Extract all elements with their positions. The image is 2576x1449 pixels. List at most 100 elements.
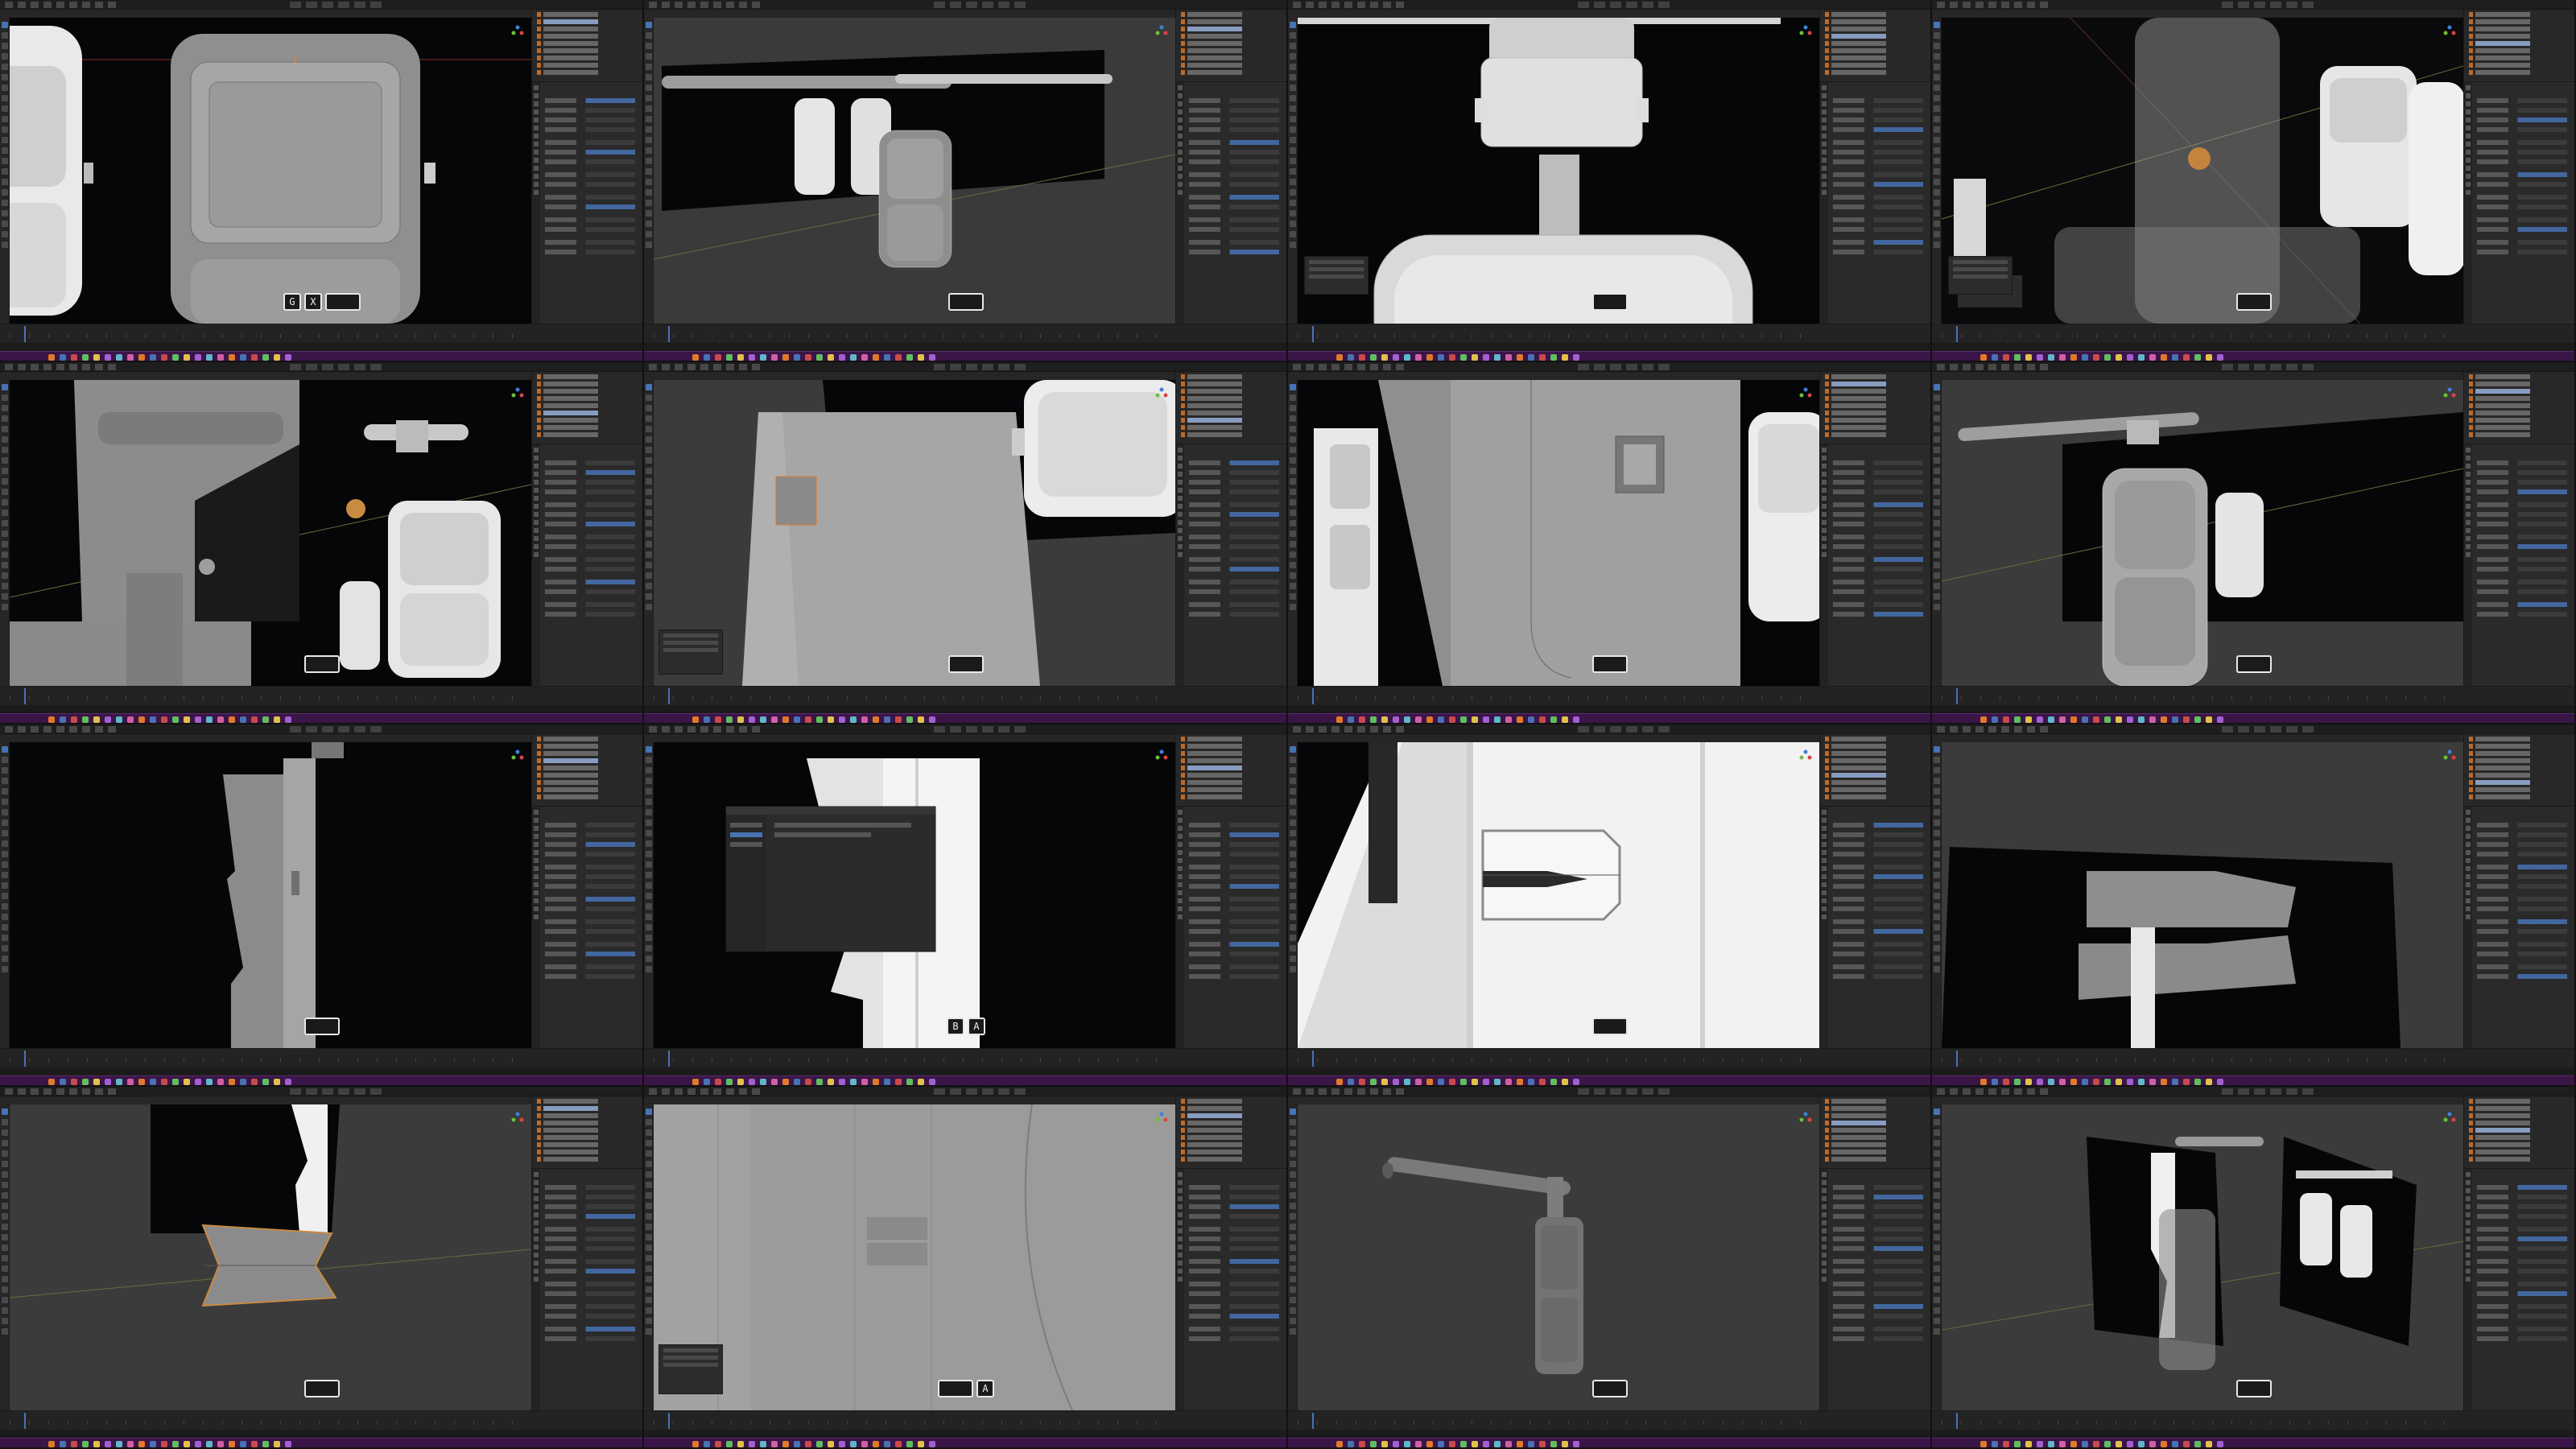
taskbar-app-icon[interactable] xyxy=(2116,354,2122,361)
taskbar-app-icon[interactable] xyxy=(737,354,744,361)
property-field[interactable] xyxy=(2477,1259,2567,1264)
navigation-gizmo-icon[interactable] xyxy=(1798,386,1813,401)
taskbar-app-icon[interactable] xyxy=(2217,716,2223,723)
property-field[interactable] xyxy=(2477,602,2567,607)
outliner-item[interactable] xyxy=(1825,773,1927,778)
taskbar-app-icon[interactable] xyxy=(2003,354,2009,361)
outliner-item[interactable] xyxy=(537,34,639,39)
tool-icon[interactable] xyxy=(646,179,652,185)
property-field[interactable] xyxy=(1833,127,1923,132)
tool-icon[interactable] xyxy=(1934,85,1940,91)
properties-tab-icon[interactable] xyxy=(534,850,539,855)
properties-tab-icon[interactable] xyxy=(534,174,539,179)
tool-icon[interactable] xyxy=(2,210,8,217)
tool-icon[interactable] xyxy=(2,415,8,422)
outliner-item[interactable] xyxy=(537,737,639,741)
taskbar-app-icon[interactable] xyxy=(1992,354,1998,361)
tool-icon[interactable] xyxy=(646,1307,652,1314)
property-field[interactable] xyxy=(545,1291,635,1296)
properties-tab-icon[interactable] xyxy=(1822,866,1827,871)
properties-tab-icon[interactable] xyxy=(1178,134,1183,138)
taskbar-app-icon[interactable] xyxy=(2014,1079,2021,1085)
tool-icon[interactable] xyxy=(2,551,8,558)
taskbar-app-icon[interactable] xyxy=(2183,716,2190,723)
property-field[interactable] xyxy=(545,470,635,475)
properties-tab-icon[interactable] xyxy=(1822,810,1827,815)
outliner-item[interactable] xyxy=(2469,751,2571,756)
taskbar-app-icon[interactable] xyxy=(692,716,699,723)
main-menu[interactable] xyxy=(5,726,118,733)
property-field[interactable] xyxy=(545,195,635,200)
tool-icon[interactable] xyxy=(2,189,8,196)
tool-icon[interactable] xyxy=(1290,32,1296,39)
taskbar-app-icon[interactable] xyxy=(749,354,755,361)
outliner-item[interactable] xyxy=(1825,744,1927,749)
taskbar-app-icon[interactable] xyxy=(1449,354,1455,361)
tool-icon[interactable] xyxy=(1290,604,1296,610)
operator-field[interactable] xyxy=(1953,260,2008,264)
taskbar-app-icon[interactable] xyxy=(1404,354,1410,361)
main-menu[interactable] xyxy=(1937,2,2050,8)
taskbar-app-icon[interactable] xyxy=(2104,354,2111,361)
property-field[interactable] xyxy=(1189,567,1279,572)
taskbar-app-icon[interactable] xyxy=(805,1441,811,1447)
taskbar-app-icon[interactable] xyxy=(82,716,89,723)
tool-icon[interactable] xyxy=(1934,158,1940,164)
playhead[interactable] xyxy=(24,688,26,704)
taskbar-app-icon[interactable] xyxy=(251,354,258,361)
properties-tab-icon[interactable] xyxy=(534,1196,539,1201)
tool-icon[interactable] xyxy=(1934,945,1940,952)
tool-icon[interactable] xyxy=(646,830,652,836)
taskbar-app-icon[interactable] xyxy=(172,354,179,361)
property-field[interactable] xyxy=(2477,159,2567,164)
property-field[interactable] xyxy=(1833,460,1923,465)
properties-tab-icon[interactable] xyxy=(2466,134,2471,138)
taskbar-app-icon[interactable] xyxy=(138,1079,145,1085)
property-field[interactable] xyxy=(1189,557,1279,562)
navigation-gizmo-icon[interactable] xyxy=(2442,386,2457,401)
outliner-item[interactable] xyxy=(1181,418,1283,423)
taskbar-app-icon[interactable] xyxy=(105,354,111,361)
3d-viewport[interactable] xyxy=(1298,1104,1819,1410)
tool-icon[interactable] xyxy=(646,1171,652,1178)
tool-icon[interactable] xyxy=(1934,405,1940,411)
property-field[interactable] xyxy=(2477,1214,2567,1219)
taskbar-app-icon[interactable] xyxy=(1359,1079,1365,1085)
properties-tab-icon[interactable] xyxy=(1822,826,1827,831)
property-field[interactable] xyxy=(545,874,635,879)
property-field[interactable] xyxy=(1189,602,1279,607)
tool-icon[interactable] xyxy=(646,242,652,248)
property-field[interactable] xyxy=(1189,1204,1279,1209)
tool-icon[interactable] xyxy=(1934,1328,1940,1335)
navigation-gizmo-icon[interactable] xyxy=(2442,1111,2457,1125)
property-field[interactable] xyxy=(1833,832,1923,837)
tool-icon[interactable] xyxy=(1290,221,1296,227)
outliner-item[interactable] xyxy=(537,1099,639,1104)
tool-icon[interactable] xyxy=(646,604,652,610)
properties-tab-icon[interactable] xyxy=(1178,842,1183,847)
tool-icon[interactable] xyxy=(646,1297,652,1303)
taskbar-app-icon[interactable] xyxy=(1393,1441,1399,1447)
taskbar-app-icon[interactable] xyxy=(1393,716,1399,723)
property-field[interactable] xyxy=(545,1236,635,1241)
properties-tab-icon[interactable] xyxy=(534,1204,539,1209)
taskbar-app-icon[interactable] xyxy=(861,354,868,361)
tool-icon[interactable] xyxy=(646,945,652,952)
tool-icon[interactable] xyxy=(2,147,8,154)
property-field[interactable] xyxy=(545,884,635,889)
taskbar-app-icon[interactable] xyxy=(262,1441,269,1447)
tool-icon[interactable] xyxy=(2,872,8,878)
taskbar-app-icon[interactable] xyxy=(2127,716,2133,723)
taskbar-app-icon[interactable] xyxy=(1438,1441,1444,1447)
taskbar-app-icon[interactable] xyxy=(127,354,134,361)
property-field[interactable] xyxy=(2477,1204,2567,1209)
property-field[interactable] xyxy=(1833,240,1923,245)
tool-icon[interactable] xyxy=(1290,778,1296,784)
property-field[interactable] xyxy=(545,544,635,549)
outliner-item[interactable] xyxy=(1181,787,1283,792)
tool-icon[interactable] xyxy=(1934,22,1940,28)
taskbar-app-icon[interactable] xyxy=(262,1079,269,1085)
outliner-item[interactable] xyxy=(1181,1106,1283,1111)
taskbar-app-icon[interactable] xyxy=(71,1079,77,1085)
properties-tab-icon[interactable] xyxy=(1178,552,1183,557)
